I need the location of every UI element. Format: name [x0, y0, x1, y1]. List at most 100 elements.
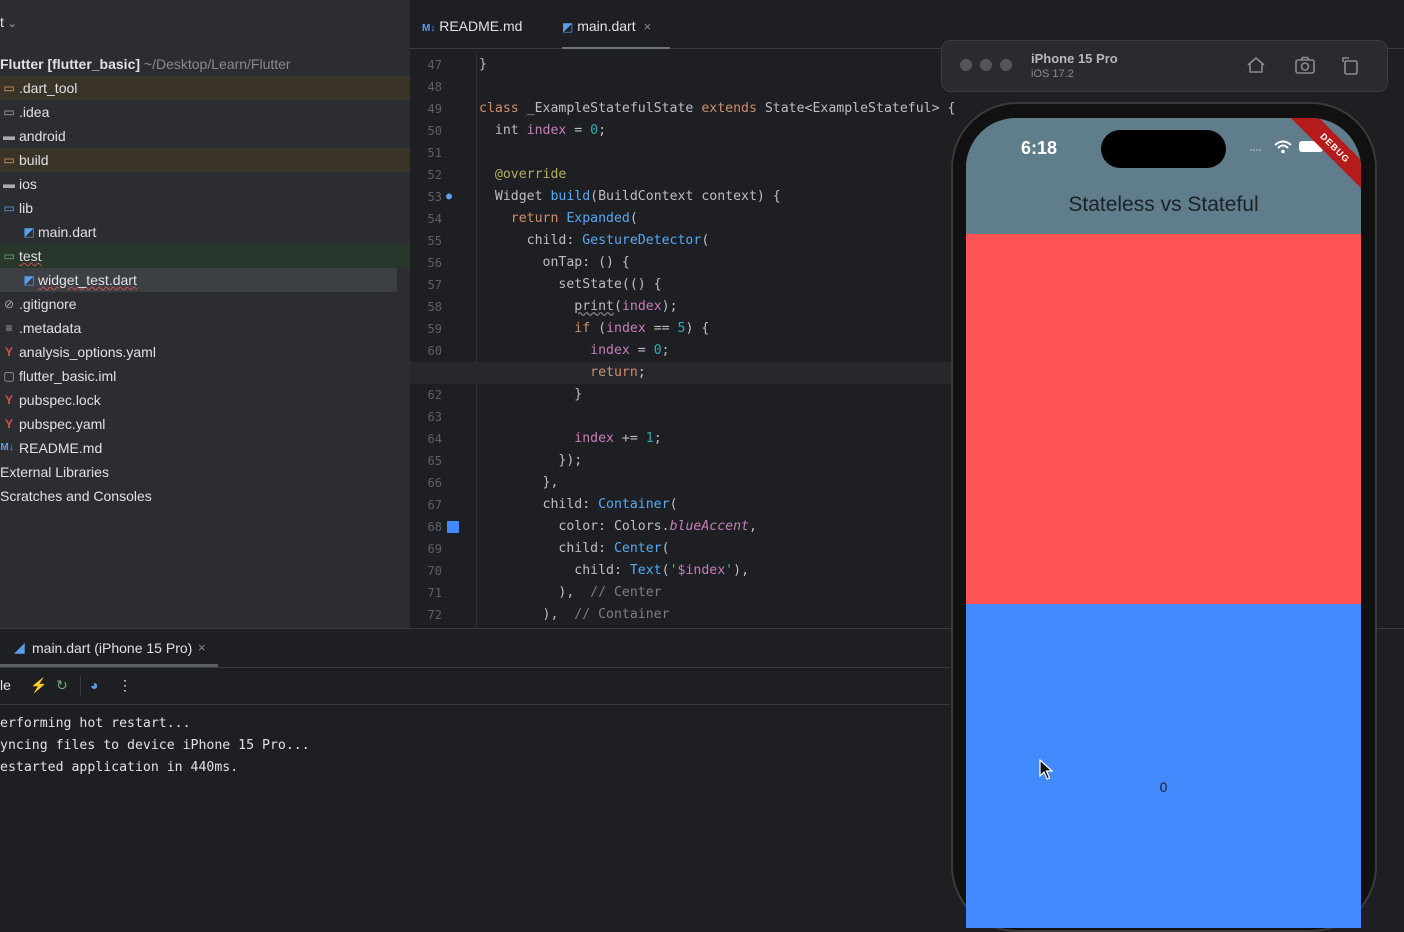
- window-zoom-button[interactable]: [1000, 59, 1012, 71]
- folder-icon: ▭: [3, 153, 15, 167]
- tree-item-label: analysis_options.yaml: [19, 344, 156, 360]
- counter-text: 0: [1159, 779, 1168, 795]
- stateful-blue-area[interactable]: 0: [966, 604, 1361, 928]
- tab-main-dart[interactable]: ◩ main.dart ×: [562, 6, 670, 49]
- markdown-file-icon: M↓: [0, 442, 14, 453]
- tree-item-scratches[interactable]: Scratches and Consoles: [0, 484, 410, 508]
- run-tab-label: main.dart (iPhone 15 Pro): [32, 640, 193, 656]
- tree-item-ios[interactable]: ▬ ios: [0, 172, 410, 196]
- status-bar-time: 6:18: [1021, 138, 1058, 158]
- ignore-file-icon: ⊘: [3, 297, 15, 311]
- folder-icon: ▬: [3, 129, 15, 143]
- tree-item-label: main.dart: [38, 224, 97, 240]
- tree-item-test[interactable]: ▭ test: [0, 244, 410, 268]
- dart-file-icon: ◩: [23, 273, 35, 287]
- line-number: 55: [427, 234, 442, 248]
- folder-icon: ▬: [3, 177, 15, 191]
- close-icon[interactable]: ×: [644, 19, 652, 34]
- chevron-down-icon: ⌄: [7, 18, 17, 30]
- simulator-titlebar: iPhone 15 Pro iOS 17.2: [941, 40, 1388, 92]
- folder-icon: ▭: [3, 81, 15, 95]
- window-close-button[interactable]: [960, 59, 972, 71]
- tree-item-label: ios: [19, 176, 37, 192]
- line-number: 72: [427, 608, 442, 622]
- tree-item-readme[interactable]: M↓ README.md: [0, 436, 410, 460]
- close-icon[interactable]: ×: [198, 640, 206, 655]
- console-line: yncing files to device iPhone 15 Pro...: [0, 738, 310, 753]
- line-number: 51: [427, 146, 442, 160]
- tree-item-label: pubspec.yaml: [19, 416, 106, 432]
- tree-item-label: External Libraries: [0, 464, 109, 480]
- tree-item-dart-tool[interactable]: ▭ .dart_tool: [0, 76, 410, 100]
- tree-item-label: .gitignore: [19, 296, 77, 312]
- tree-item-idea[interactable]: ▭ .idea: [0, 100, 410, 124]
- window-minimize-button[interactable]: [980, 59, 992, 71]
- folder-icon: ▭: [3, 249, 15, 263]
- text-file-icon: ≡: [5, 321, 13, 335]
- project-tree: Flutter [flutter_basic] ~/Desktop/Learn/…: [0, 52, 410, 508]
- dynamic-island: [1101, 130, 1226, 168]
- tree-item-label: .idea: [19, 104, 50, 120]
- tree-item-pubspec-yaml[interactable]: Y pubspec.yaml: [0, 412, 410, 436]
- wifi-icon: [1274, 140, 1292, 154]
- stateless-red-area[interactable]: [966, 234, 1361, 604]
- tree-item-gitignore[interactable]: ⊘ .gitignore: [0, 292, 410, 316]
- line-number: 48: [427, 80, 442, 94]
- run-toolbar-label: le: [0, 677, 11, 693]
- devtools-icon[interactable]: ◕: [90, 677, 98, 693]
- tree-item-external-libraries[interactable]: External Libraries: [0, 460, 410, 484]
- tab-label: main.dart: [577, 18, 636, 34]
- dart-file-icon: ◩: [562, 20, 574, 34]
- line-number: 71: [427, 586, 442, 600]
- more-options-icon[interactable]: ⋮: [118, 677, 132, 694]
- project-view-selector[interactable]: t ⌄: [0, 14, 17, 30]
- tree-item-pubspec-lock[interactable]: Y pubspec.lock: [0, 388, 410, 412]
- tree-item-label: lib: [19, 200, 34, 216]
- run-tab-main-dart[interactable]: ◢ main.dart (iPhone 15 Pro) ×: [0, 629, 218, 667]
- tab-readme[interactable]: M↓ README.md: [422, 6, 522, 47]
- mouse-cursor-icon: [1039, 759, 1053, 780]
- screenshot-icon[interactable]: [1294, 54, 1316, 76]
- hot-reload-icon[interactable]: ⚡: [30, 677, 47, 694]
- tree-item-label: test: [19, 248, 42, 264]
- console-line: estarted application in 440ms.: [0, 760, 239, 775]
- simulator-screen[interactable]: 6:18 ···· Stateless vs Stateful DEBUG 0: [966, 118, 1361, 928]
- line-number: 52: [427, 168, 442, 182]
- gutter-divider: [476, 54, 477, 628]
- color-swatch-icon[interactable]: [447, 521, 459, 533]
- tab-label: README.md: [439, 18, 523, 34]
- tree-item-lib[interactable]: ▭ lib: [0, 196, 410, 220]
- tree-item-label: flutter_basic.iml: [19, 368, 117, 384]
- yaml-file-icon: Y: [4, 345, 13, 359]
- line-number: 69: [427, 542, 442, 556]
- simulator-device-name: iPhone 15 Pro: [1031, 51, 1118, 66]
- override-gutter-icon[interactable]: ●: [446, 186, 452, 208]
- line-number: 58: [427, 300, 442, 314]
- home-icon[interactable]: [1245, 54, 1267, 76]
- tree-item-android[interactable]: ▬ android: [0, 124, 410, 148]
- code-line-current: return;: [410, 362, 1039, 384]
- tree-root[interactable]: Flutter [flutter_basic] ~/Desktop/Learn/…: [0, 52, 410, 76]
- flutter-icon: ◢: [14, 639, 25, 655]
- line-number: 53 ●: [410, 186, 452, 208]
- line-number: 63: [427, 410, 442, 424]
- tree-item-label: README.md: [19, 440, 103, 456]
- console-line: erforming hot restart...: [0, 716, 191, 731]
- tree-item-iml[interactable]: ▢ flutter_basic.iml: [0, 364, 410, 388]
- project-view-label: t: [0, 14, 4, 30]
- tree-item-analysis-options[interactable]: Y analysis_options.yaml: [0, 340, 410, 364]
- tree-item-main-dart[interactable]: ◩ main.dart: [0, 220, 410, 244]
- rotate-icon[interactable]: [1340, 54, 1362, 76]
- console-output[interactable]: erforming hot restart... yncing files to…: [0, 713, 310, 779]
- run-toolbar: le ⚡ ↻ ◕ ⋮: [0, 667, 950, 705]
- line-number: 49: [427, 102, 442, 116]
- hot-restart-icon[interactable]: ↻: [56, 677, 68, 694]
- line-number: 57: [427, 278, 442, 292]
- tree-item-build[interactable]: ▭ build: [0, 148, 410, 172]
- tree-item-widget-test[interactable]: ◩ widget_test.dart: [0, 268, 397, 292]
- project-panel: t ⌄ Flutter [flutter_basic] ~/Desktop/Le…: [0, 0, 410, 628]
- tree-item-metadata[interactable]: ≡ .metadata: [0, 316, 410, 340]
- line-number-gutter: 47 48 49 50 51 52 53 ● 54 55 56 57 58 59 …: [410, 54, 474, 626]
- app-bar: 6:18 ···· Stateless vs Stateful DEBUG: [966, 118, 1361, 234]
- line-number: 62: [427, 388, 442, 402]
